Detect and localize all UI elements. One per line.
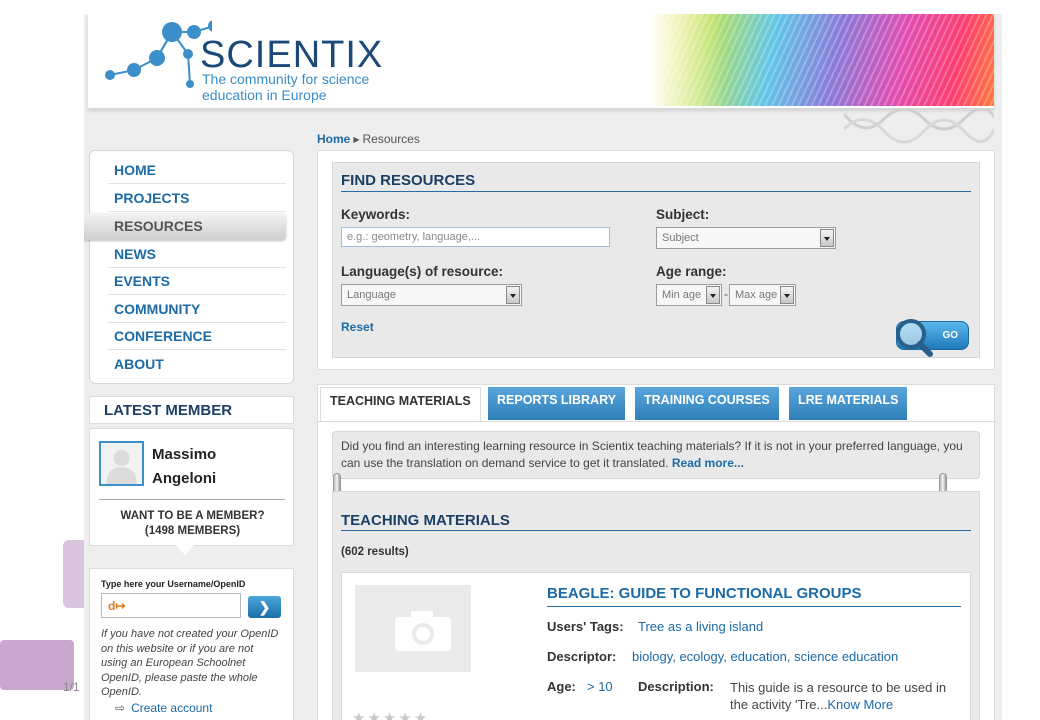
divider [341,191,971,192]
tab-reports-library[interactable]: REPORTS LIBRARY [488,387,625,420]
users-tag-link[interactable]: Tree as a living island [638,619,763,634]
member-name-link[interactable]: Massimo Angeloni [152,443,252,491]
find-resources-box: FIND RESOURCES Keywords: e.g.: geometry,… [332,162,980,358]
age-label: Age: [547,679,576,694]
go-label: GO [942,330,958,341]
result-title-link[interactable]: BEAGLE: GUIDE TO FUNCTIONAL GROUPS [547,585,861,602]
translation-info-box: Did you find an interesting learning res… [332,431,980,479]
info-text: Did you find an interesting learning res… [341,439,963,470]
tab-underline [318,421,996,422]
result-card: ★★★★★ BEAGLE: GUIDE TO FUNCTIONAL GROUPS… [341,572,971,720]
divider [341,530,971,531]
dna-decoration-icon [844,109,994,144]
min-age-select[interactable]: Min age [656,284,722,306]
nav-item-projects[interactable]: PROJECTS [108,185,286,212]
header-banner: SCIENTIX The community for science educa… [88,14,994,109]
page: 1/1 SCIENTIX The community for science e… [0,0,1040,720]
nav-item-home[interactable]: HOME [108,157,286,184]
find-resources-title: FIND RESOURCES [341,172,476,189]
create-account-label: Create account [131,701,213,715]
breadcrumb-current: Resources [362,132,420,146]
website: SCIENTIX The community for science educa… [84,14,1002,720]
nav-item-about[interactable]: ABOUT [108,351,286,378]
latest-member-heading: LATEST MEMBER [89,396,294,424]
language-label: Language(s) of resource: [341,264,504,279]
description-text: This guide is a resource to be used in t… [730,679,962,713]
breadcrumb: Home ▶ Resources [317,132,420,146]
create-account-link[interactable]: ⇨ Create account [115,701,212,715]
language-select[interactable]: Language [341,284,522,306]
login-box: Type here your Username/OpenID d↦ ❯ If y… [89,568,294,720]
avatar[interactable] [99,441,144,486]
main-navigation: HOME PROJECTS RESOURCES NEWS EVENTS COMM… [84,150,294,384]
age-value[interactable]: > 10 [587,679,613,694]
openid-note: If you have not created your OpenID on t… [101,628,279,698]
read-more-link[interactable]: Read more... [672,456,744,470]
login-submit-button[interactable]: ❯ [248,596,281,618]
latest-member-box: Massimo Angeloni WANT TO BE A MEMBER? (1… [89,428,294,546]
chevron-down-icon [506,286,520,304]
language-select-value: Language [347,289,396,301]
user-silhouette-icon [106,450,137,484]
speech-bubble-tail [176,545,194,555]
nav-item-resources[interactable]: RESOURCES [84,213,286,240]
arrow-right-icon: ⇨ [115,701,126,715]
teaching-materials-title: TEACHING MATERIALS [341,512,510,529]
users-tags-label: Users' Tags: [547,619,624,634]
rainbow-stripes [648,14,994,106]
username-label: Type here your Username/OpenID [101,579,246,589]
age-range-separator: - [724,287,728,301]
go-search-button[interactable]: GO [896,319,969,357]
subject-label: Subject: [656,207,710,222]
chevron-down-icon [706,286,720,304]
nav-item-events[interactable]: EVENTS [108,268,286,295]
want-member-text[interactable]: WANT TO BE A MEMBER? (1498 MEMBERS) [90,509,295,539]
divider [99,499,285,500]
divider [547,606,961,607]
results-count: (602 results) [341,546,409,558]
tab-training-courses[interactable]: TRAINING COURSES [635,387,779,420]
breadcrumb-arrow-icon: ▶ [353,135,360,144]
tab-lre-materials[interactable]: LRE MATERIALS [789,387,908,420]
tab-teaching-materials[interactable]: TEACHING MATERIALS [320,387,481,422]
descriptor-links[interactable]: biology, ecology, education, science edu… [632,649,898,664]
result-thumbnail[interactable] [355,585,471,672]
chevron-down-icon [820,229,834,247]
subject-select-value: Subject [662,232,699,244]
keywords-label: Keywords: [341,207,411,222]
know-more-link[interactable]: Know More [827,697,893,712]
teaching-materials-box: TEACHING MATERIALS (602 results) ★★★★★ B… [332,491,980,720]
min-age-value: Min age [662,289,702,301]
age-range-label: Age range: [656,264,727,279]
chevron-down-icon [780,286,794,304]
breadcrumb-home-link[interactable]: Home [317,132,350,146]
nav-item-community[interactable]: COMMUNITY [108,296,286,323]
subject-select[interactable]: Subject [656,227,836,249]
descriptor-label: Descriptor: [547,649,617,664]
nav-item-news[interactable]: NEWS [108,241,286,268]
page-number: 1/1 [63,680,80,694]
description-label: Description: [638,679,714,694]
want-member-label: WANT TO BE A MEMBER? [120,510,265,522]
molecule-logo-icon [105,20,212,88]
keywords-input[interactable]: e.g.: geometry, language,... [341,227,610,247]
nav-item-conference[interactable]: CONFERENCE [108,323,286,350]
site-tagline: The community for science education in E… [202,71,370,103]
magnifier-icon [896,319,933,357]
camera-icon [395,611,451,651]
rating-stars[interactable]: ★★★★★ [352,709,429,720]
max-age-select[interactable]: Max age [729,284,796,306]
max-age-value: Max age [735,289,778,301]
resource-tabs-panel: TEACHING MATERIALS REPORTS LIBRARY TRAIN… [317,384,996,720]
reset-link[interactable]: Reset [341,320,374,334]
openid-icon: d↦ [108,599,126,613]
member-count: (1498 MEMBERS) [144,525,241,537]
find-resources-panel: FIND RESOURCES Keywords: e.g.: geometry,… [317,150,995,370]
